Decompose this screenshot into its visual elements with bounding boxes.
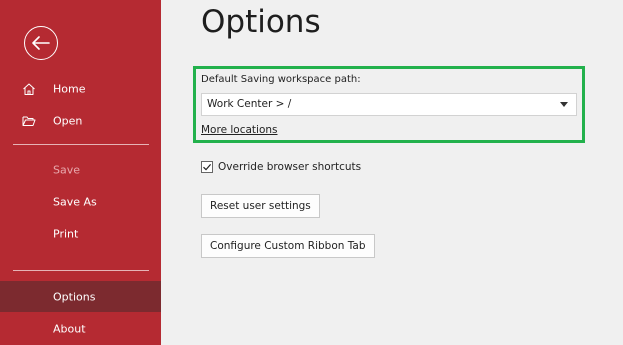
reset-user-settings-button[interactable]: Reset user settings xyxy=(201,194,320,218)
home-icon xyxy=(22,82,36,96)
sidebar-item-label: About xyxy=(53,322,86,336)
override-shortcuts-label: Override browser shortcuts xyxy=(218,161,362,173)
sidebar-divider xyxy=(13,144,149,145)
sidebar-item-label: Save As xyxy=(53,195,97,209)
folder-open-icon xyxy=(22,114,36,128)
sidebar-item-label: Home xyxy=(53,82,86,96)
options-window: Home Open Save Save As Print Options Abo… xyxy=(0,0,623,345)
sidebar-item-label: Print xyxy=(53,227,79,241)
sidebar-item-open[interactable]: Open xyxy=(0,106,161,136)
sidebar-divider xyxy=(13,270,149,271)
sidebar-item-home[interactable]: Home xyxy=(0,74,161,104)
workspace-path-select[interactable]: Work Center > / xyxy=(201,93,577,116)
backstage-sidebar: Home Open Save Save As Print Options Abo… xyxy=(0,0,161,345)
more-locations-link[interactable]: More locations xyxy=(201,124,278,136)
workspace-path-label: Default Saving workspace path: xyxy=(201,74,361,85)
checkmark-icon xyxy=(202,162,212,172)
sidebar-item-label: Save xyxy=(53,163,81,177)
options-content: Options Default Saving workspace path: W… xyxy=(161,0,623,345)
sidebar-item-label: Open xyxy=(53,114,83,128)
sidebar-item-save-as[interactable]: Save As xyxy=(0,187,161,217)
back-button[interactable] xyxy=(24,26,58,60)
sidebar-item-options[interactable]: Options xyxy=(0,281,161,312)
configure-ribbon-tab-button[interactable]: Configure Custom Ribbon Tab xyxy=(201,234,375,258)
sidebar-item-save: Save xyxy=(0,155,161,185)
sidebar-item-about[interactable]: About xyxy=(0,314,161,344)
override-shortcuts-option[interactable]: Override browser shortcuts xyxy=(201,161,361,173)
sidebar-item-label: Options xyxy=(53,290,96,303)
page-title: Options xyxy=(201,4,321,40)
sidebar-item-print[interactable]: Print xyxy=(0,219,161,249)
arrow-left-icon xyxy=(32,36,50,50)
workspace-path-value: Work Center > / xyxy=(207,98,292,110)
caret-down-icon xyxy=(560,102,568,107)
override-shortcuts-checkbox[interactable] xyxy=(201,161,213,173)
